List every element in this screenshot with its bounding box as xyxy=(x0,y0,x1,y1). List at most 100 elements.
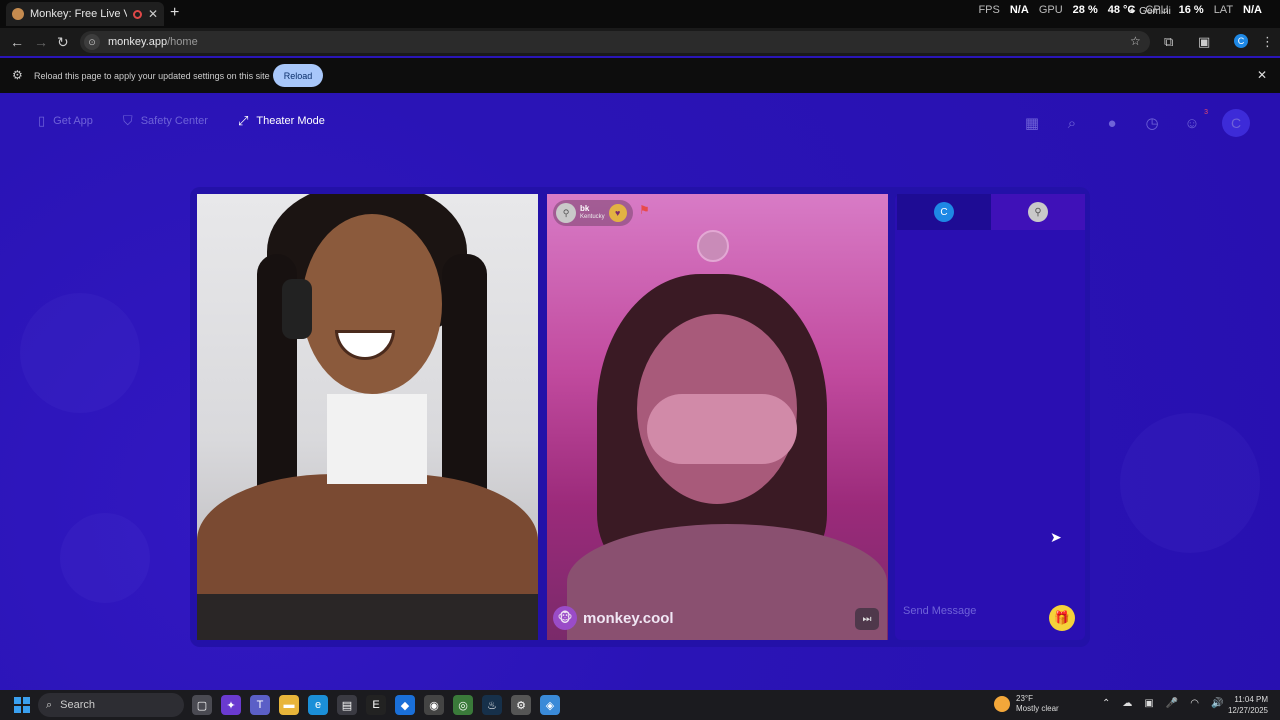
steam-icon[interactable]: ♨ xyxy=(482,695,502,715)
obs-icon[interactable]: ◉ xyxy=(424,695,444,715)
gpu-label: GPU xyxy=(1038,4,1063,16)
copilot-icon[interactable]: ✦ xyxy=(221,695,241,715)
chat-tab-self[interactable]: C xyxy=(897,194,991,230)
edge-icon[interactable]: e xyxy=(308,695,328,715)
clock-date: 12/27/2025 xyxy=(1227,706,1268,715)
tab-close-button[interactable]: ✕ xyxy=(148,7,158,21)
hand-shape xyxy=(647,394,797,464)
phone-icon: ▯ xyxy=(38,113,46,128)
weather-icon xyxy=(994,696,1010,712)
send-message-input[interactable] xyxy=(903,600,1033,622)
nav-safety-center-label: Safety Center xyxy=(140,115,208,127)
headphone-icon xyxy=(282,279,312,339)
epic-games-icon[interactable]: E xyxy=(366,695,386,715)
cpu-label: CPU xyxy=(1145,4,1169,16)
speaker-icon[interactable]: 🔊 xyxy=(1211,698,1223,709)
fps-value: N/A xyxy=(1009,4,1029,16)
remote-user-location: Kentucky xyxy=(580,214,605,220)
system-tray: ⌃ ☁ ▣ 🎤 ◠ 🔊 xyxy=(1102,698,1223,709)
monkey-favicon-icon xyxy=(12,8,24,20)
taskbar-search-label: Search xyxy=(60,699,96,711)
shop-icon[interactable]: ▦ xyxy=(1022,113,1042,133)
cpu-value: 16 % xyxy=(1178,4,1204,16)
wifi-icon[interactable]: ◠ xyxy=(1190,698,1199,709)
file-explorer-icon[interactable]: ▬ xyxy=(279,695,299,715)
chrome-icon[interactable]: ◎ xyxy=(453,695,473,715)
face-shape xyxy=(302,214,442,394)
lat-value: N/A xyxy=(1243,4,1262,16)
self-avatar: C xyxy=(934,202,954,222)
heart-icon[interactable]: ♥ xyxy=(608,204,627,222)
nav-safety-center[interactable]: ⛉ Safety Center xyxy=(123,113,208,129)
windows-start-icon[interactable] xyxy=(14,697,30,713)
nav-get-app[interactable]: ▯ Get App xyxy=(38,113,93,129)
app2-icon[interactable]: ◈ xyxy=(540,695,560,715)
local-video xyxy=(197,194,538,640)
coin-icon[interactable]: ● xyxy=(1102,113,1122,133)
expand-icon: ⤢ xyxy=(237,113,249,128)
remote-user-name: bk xyxy=(580,204,590,213)
infobar-close-icon[interactable]: ✕ xyxy=(1257,68,1267,82)
gpu-temp: 48 °C xyxy=(1107,4,1136,16)
lat-label: LAT xyxy=(1213,4,1234,16)
teams-icon[interactable]: T xyxy=(250,695,270,715)
clock[interactable]: 11:04 PM 12/27/2025 xyxy=(1228,694,1268,716)
gift-icon[interactable]: 🎁 xyxy=(1049,605,1075,631)
onedrive-icon[interactable]: ☁ xyxy=(1122,698,1132,709)
store-icon[interactable]: ▤ xyxy=(337,695,357,715)
monkey-watermark: 🐵 monkey.cool xyxy=(553,606,674,630)
search-icon: ⌕ xyxy=(46,698,53,711)
reload-button[interactable]: Reload xyxy=(273,64,323,87)
reload-infobar: ⚙ Reload this page to apply your updated… xyxy=(0,58,1280,93)
settings-icon[interactable]: ⚙ xyxy=(511,695,531,715)
background-blob xyxy=(20,293,140,413)
tray-app-icon[interactable]: ▣ xyxy=(1144,698,1153,709)
fps-label: FPS xyxy=(978,4,1000,16)
user-avatar[interactable]: C xyxy=(1222,109,1250,137)
report-flag-icon[interactable]: ⚑ xyxy=(639,203,650,217)
taskbar-search[interactable]: ⌕ Search xyxy=(38,693,184,717)
reading-mode-icon[interactable]: ▣ xyxy=(1198,34,1210,50)
microphone-icon[interactable]: 🎤 xyxy=(1166,698,1178,709)
profile-avatar[interactable]: C xyxy=(1234,34,1248,48)
extensions-icon[interactable]: ⧉ xyxy=(1164,34,1173,50)
weather-temp: 23°F xyxy=(1016,694,1033,703)
mouse-cursor-icon: ➤ xyxy=(1050,529,1062,545)
search-icon[interactable]: ⌕ xyxy=(1062,113,1082,133)
messages-icon[interactable]: ☺ 3 xyxy=(1182,109,1208,133)
browser-tab-bar: Monkey: Free Live Video Ch ✕ + ✦ Gemini … xyxy=(0,0,1280,28)
site-info-icon[interactable]: ⊙ xyxy=(84,34,100,50)
remote-avatar-icon: ⚲ xyxy=(1028,202,1048,222)
chevron-up-icon[interactable]: ⌃ xyxy=(1102,698,1110,709)
performance-overlay: FPS N/A GPU 28 % 48 °C CPU 16 % LAT N/A xyxy=(978,4,1262,16)
history-clock-icon[interactable]: ◷ xyxy=(1142,113,1162,133)
url-domain: monkey.app xyxy=(108,36,168,48)
ceiling-light-icon xyxy=(697,230,729,262)
chat-panel: C ⚲ 🎁 xyxy=(895,194,1085,640)
new-tab-button[interactable]: + xyxy=(170,4,179,22)
url-input[interactable]: ⊙ monkey.app/home xyxy=(80,31,1150,53)
menu-kebab-icon[interactable]: ⋮ xyxy=(1261,34,1274,50)
infobar-message: Reload this page to apply your updated s… xyxy=(34,71,270,81)
browser-tab-monkey[interactable]: Monkey: Free Live Video Ch ✕ xyxy=(6,2,164,26)
top-nav: ▯ Get App ⛉ Safety Center ⤢ Theater Mode xyxy=(38,113,325,129)
weather-widget[interactable]: 23°F Mostly clear xyxy=(994,694,1059,714)
chat-tab-remote[interactable]: ⚲ xyxy=(991,194,1085,230)
refresh-icon[interactable]: ↻ xyxy=(57,34,69,51)
messages-badge: 3 xyxy=(1204,109,1208,116)
nav-theater-mode[interactable]: ⤢ Theater Mode xyxy=(238,113,325,129)
bookmark-star-icon[interactable]: ☆ xyxy=(1130,34,1141,48)
shirt-shape xyxy=(327,394,427,484)
skip-next-icon[interactable]: ⏭ xyxy=(855,608,879,630)
monkey-logo-icon: 🐵 xyxy=(553,606,577,630)
monkey-page: ▯ Get App ⛉ Safety Center ⤢ Theater Mode… xyxy=(0,93,1280,690)
video-chat-stage: ⚲ bk Kentucky ♥ ⚑ 🐵 monkey.cool ⏭ C ⚲ Se… xyxy=(190,187,1090,647)
settings-gear-icon: ⚙ xyxy=(12,68,23,82)
forward-arrow-icon[interactable]: → xyxy=(34,34,48,50)
back-arrow-icon[interactable]: ← xyxy=(10,34,24,50)
app-icon[interactable]: ◆ xyxy=(395,695,415,715)
background-blob xyxy=(60,513,150,603)
remote-user-pill[interactable]: ⚲ bk Kentucky ♥ xyxy=(553,200,633,226)
desk-shape xyxy=(197,594,538,640)
task-view-icon[interactable]: ▢ xyxy=(192,695,212,715)
